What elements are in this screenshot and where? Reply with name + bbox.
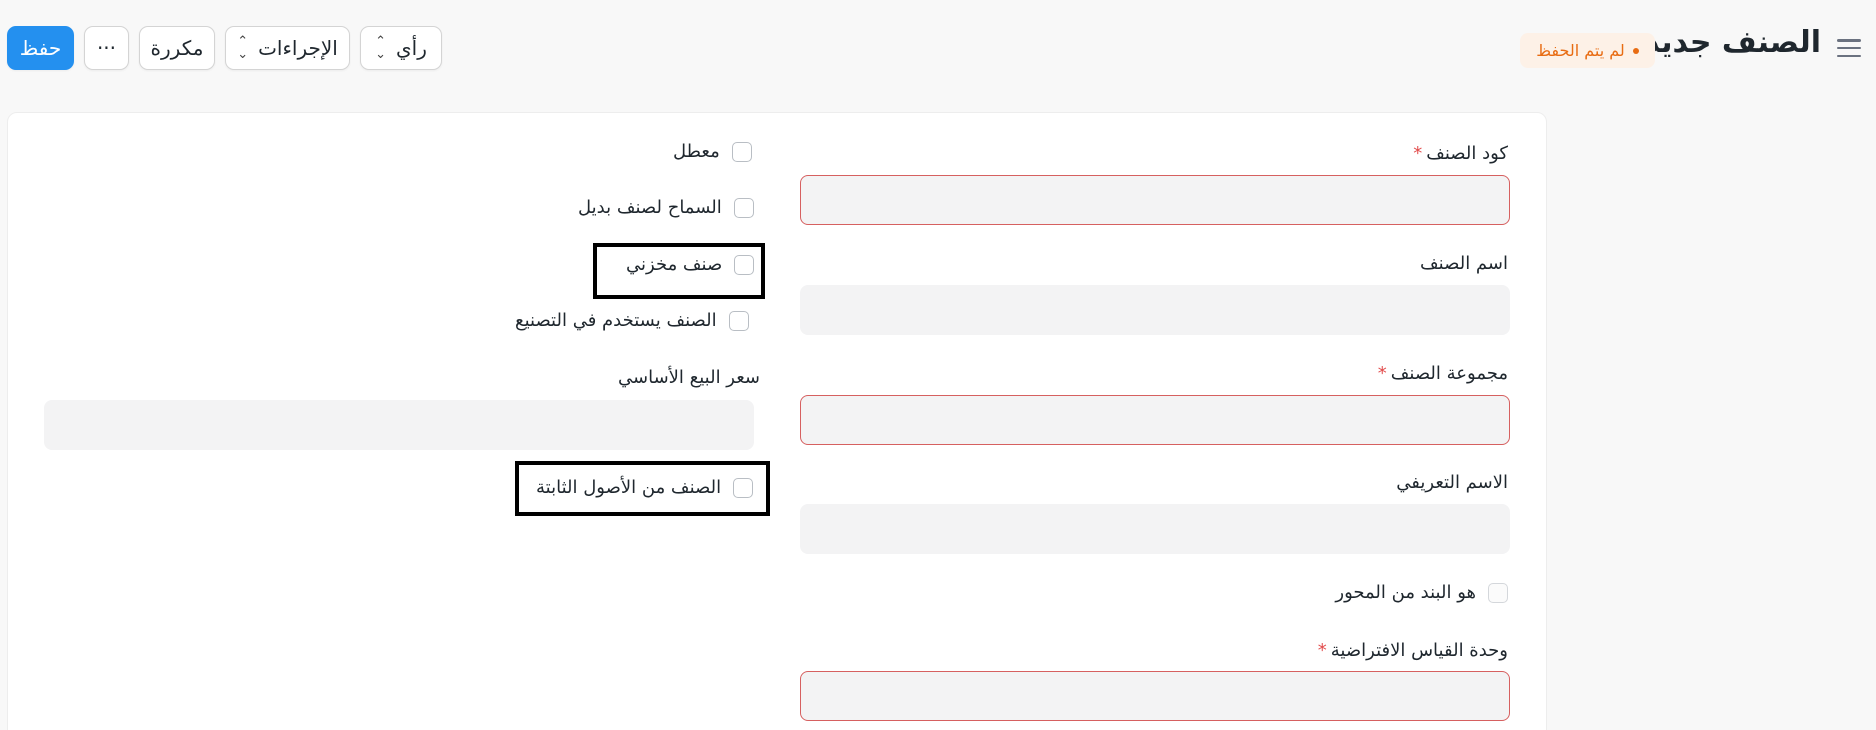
item-code-label: كود الصنف* bbox=[1413, 143, 1508, 164]
updown-chevron-icon: ⌃ ⌄ bbox=[237, 34, 249, 62]
page-header: الصنف جديد لم يتم الحفظ ⌃ ⌄ رأي ⌃ ⌄ الإجرا… bbox=[0, 0, 1876, 100]
fixed-asset-label: الصنف من الأصول الثابتة bbox=[536, 477, 722, 498]
item-group-input[interactable] bbox=[800, 395, 1510, 445]
disabled-checkbox-row[interactable]: معطل bbox=[673, 141, 752, 162]
more-options-button[interactable]: ··· bbox=[84, 26, 129, 70]
manufacturing-item-checkbox-row[interactable]: الصنف يستخدم في التصنيع bbox=[515, 310, 749, 331]
save-button[interactable]: حفظ bbox=[7, 26, 74, 70]
duplicate-button[interactable]: مكررة bbox=[139, 26, 215, 70]
status-text: لم يتم الحفظ bbox=[1536, 41, 1625, 60]
view-button[interactable]: ⌃ ⌄ رأي bbox=[360, 26, 442, 70]
standard-rate-input[interactable] bbox=[44, 400, 754, 450]
allow-alternative-checkbox[interactable] bbox=[733, 197, 754, 218]
is-pivot-item-checkbox-row[interactable]: هو البند من المحور bbox=[1335, 582, 1508, 603]
is-pivot-item-checkbox[interactable] bbox=[1488, 582, 1508, 603]
stock-item-label: صنف مخزني bbox=[626, 254, 723, 275]
stock-item-checkbox-row[interactable]: صنف مخزني bbox=[626, 254, 755, 275]
updown-chevron-icon: ⌃ ⌄ bbox=[375, 34, 387, 62]
duplicate-button-label: مكررة bbox=[150, 36, 204, 60]
item-code-input[interactable] bbox=[800, 175, 1510, 225]
manufacturing-item-checkbox[interactable] bbox=[728, 310, 749, 331]
stock-item-checkbox[interactable] bbox=[734, 254, 755, 275]
actions-button[interactable]: ⌃ ⌄ الإجراءات bbox=[225, 26, 350, 70]
status-badge: لم يتم الحفظ bbox=[1520, 33, 1655, 68]
save-button-label: حفظ bbox=[19, 36, 62, 60]
status-dot-icon bbox=[1632, 47, 1639, 54]
default-uom-label: وحدة القياس الافتراضية* bbox=[1317, 640, 1508, 661]
actions-button-label: الإجراءات bbox=[258, 36, 338, 60]
item-group-label: مجموعة الصنف* bbox=[1377, 363, 1508, 384]
fixed-asset-checkbox-row[interactable]: الصنف من الأصول الثابتة bbox=[536, 477, 754, 498]
disabled-checkbox[interactable] bbox=[731, 141, 752, 162]
fixed-asset-checkbox[interactable] bbox=[733, 477, 754, 498]
view-button-label: رأي bbox=[396, 36, 427, 60]
standard-rate-label: سعر البيع الأساسي bbox=[618, 367, 760, 388]
allow-alternative-label: السماح لصنف بديل bbox=[578, 197, 722, 218]
item-name-input[interactable] bbox=[800, 285, 1510, 335]
disabled-label: معطل bbox=[673, 141, 720, 162]
default-uom-input[interactable] bbox=[800, 671, 1510, 721]
form-card: كود الصنف* اسم الصنف مجموعة الصنف* الاسم… bbox=[7, 112, 1547, 730]
page-title: الصنف جديد bbox=[1643, 25, 1821, 60]
description-name-input[interactable] bbox=[800, 504, 1510, 554]
description-name-label: الاسم التعريفي bbox=[1396, 472, 1508, 493]
is-pivot-item-label: هو البند من المحور bbox=[1335, 582, 1476, 603]
item-name-label: اسم الصنف bbox=[1420, 253, 1508, 274]
manufacturing-item-label: الصنف يستخدم في التصنيع bbox=[515, 310, 717, 331]
ellipsis-icon: ··· bbox=[96, 36, 117, 60]
allow-alternative-checkbox-row[interactable]: السماح لصنف بديل bbox=[578, 197, 754, 218]
hamburger-icon[interactable] bbox=[1837, 37, 1861, 59]
